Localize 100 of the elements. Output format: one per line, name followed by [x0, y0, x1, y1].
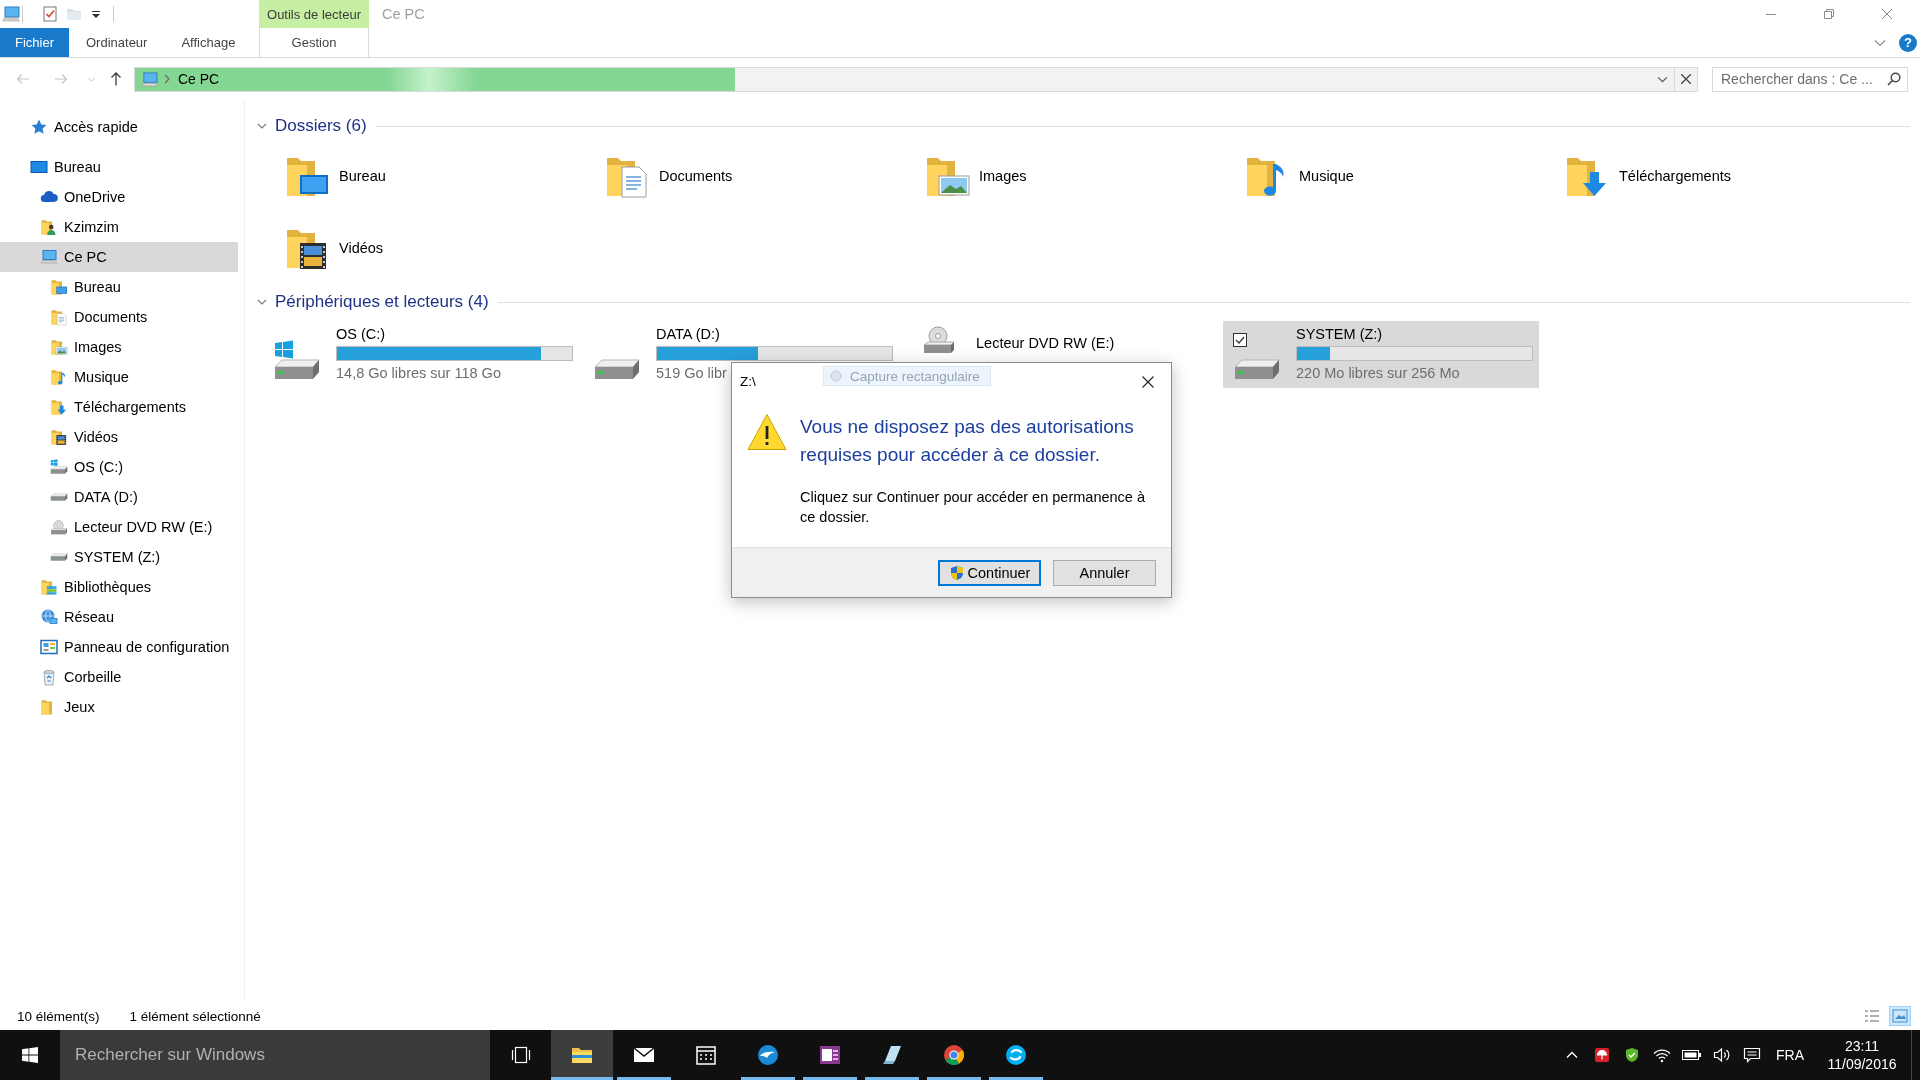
checkbox-icon[interactable]: [1233, 333, 1247, 347]
chevron-right-icon: [164, 74, 170, 84]
nav-item[interactable]: SYSTEM (Z:): [0, 542, 238, 572]
folder-picture-icon: [50, 338, 68, 356]
nav-item[interactable]: Images: [0, 332, 238, 362]
free-space-text: 220 Mo libres sur 256 Mo: [1296, 365, 1460, 382]
close-icon: [1681, 74, 1691, 84]
shield-icon: [948, 564, 965, 581]
task-view-icon: [510, 1046, 531, 1064]
large-icons-icon: [1892, 1009, 1908, 1023]
dialog-button[interactable]: Annuler: [1053, 559, 1156, 586]
nav-item[interactable]: OneDrive: [0, 182, 238, 212]
drive-item[interactable]: OS (C:) 14,8 Go libres sur 118 Go: [263, 321, 579, 388]
group-header[interactable]: Dossiers (6): [257, 116, 367, 136]
circle-icon: [830, 370, 842, 382]
nav-item[interactable]: Vidéos: [0, 422, 238, 452]
arrow-left-icon: [15, 71, 31, 87]
item-count: 10 élément(s): [17, 1008, 100, 1024]
nav-item[interactable]: Musique: [0, 362, 238, 392]
group-header[interactable]: Périphériques et lecteurs (4): [257, 292, 489, 312]
folder-person-icon: [40, 218, 58, 236]
chevron-down-icon[interactable]: [1874, 38, 1886, 47]
ribbon-tab[interactable]: Fichier: [0, 28, 69, 57]
nav-item[interactable]: Ce PC: [0, 242, 238, 272]
nav-item[interactable]: OS (C:): [0, 452, 238, 482]
nav-item[interactable]: Documents: [0, 302, 238, 332]
free-space-text: 14,8 Go libres sur 118 Go: [336, 365, 501, 382]
nav-item[interactable]: Panneau de configuration: [0, 632, 238, 662]
breadcrumb-item[interactable]: Ce PC: [178, 71, 220, 87]
arrow-right-icon: [53, 71, 69, 87]
drive-name: SYSTEM (Z:): [1296, 326, 1383, 343]
nav-item[interactable]: Lecteur DVD RW (E:): [0, 512, 238, 542]
drive-name: Lecteur DVD RW (E:): [976, 335, 1115, 352]
folder-item[interactable]: Téléchargements: [1543, 141, 1863, 211]
folder-item[interactable]: Musique: [1223, 141, 1543, 211]
window-title: Ce PC: [382, 5, 425, 24]
recycle-bin-icon: [40, 668, 58, 686]
nav-item[interactable]: Accès rapide: [0, 112, 238, 142]
ribbon-tab[interactable]: Affichage: [164, 28, 253, 57]
shield-icon[interactable]: [1624, 1047, 1640, 1063]
clock-date[interactable]: 11/09/2016: [1827, 1055, 1897, 1073]
nav-item[interactable]: Téléchargements: [0, 392, 238, 422]
folder-note-icon: [50, 368, 68, 386]
computer-icon: [40, 248, 58, 266]
nav-item[interactable]: Kzimzim: [0, 212, 238, 242]
language-indicator[interactable]: FRA: [1767, 1030, 1813, 1080]
windows-logo-icon: [22, 1047, 38, 1063]
contextual-tab-header: Outils de lecteur: [259, 0, 369, 28]
nav-item[interactable]: Jeux: [0, 692, 238, 722]
chevron-down-icon[interactable]: [1657, 75, 1668, 83]
drive-icon: [593, 356, 641, 382]
computer-icon[interactable]: [2, 6, 20, 22]
drive-icon: [50, 492, 68, 502]
folder-item[interactable]: Bureau: [263, 141, 583, 211]
checked-page-icon[interactable]: [42, 6, 58, 22]
nav-item[interactable]: Bureau: [0, 152, 238, 182]
nav-item[interactable]: Corbeille: [0, 662, 238, 692]
speaker-icon[interactable]: [1713, 1047, 1731, 1063]
customize-dropdown-icon[interactable]: [92, 10, 100, 18]
computer-icon: [141, 71, 158, 87]
folder-item[interactable]: Images: [903, 141, 1223, 211]
dialog-message: Cliquez sur Continuer pour accéder en permanence à ce dossier.: [800, 488, 1146, 527]
folder-arrow-icon: [50, 398, 68, 416]
folder-item[interactable]: Vidéos: [263, 213, 583, 283]
nav-item[interactable]: Bibliothèques: [0, 572, 238, 602]
message-icon[interactable]: [1743, 1047, 1761, 1063]
chat-logo-icon: [1004, 1043, 1028, 1067]
nav-item[interactable]: Bureau: [0, 272, 238, 302]
help-button[interactable]: ?: [1899, 33, 1917, 52]
drive-name: OS (C:): [336, 326, 386, 343]
round-logo-icon: [942, 1043, 966, 1067]
search-field[interactable]: Rechercher dans : Ce ...: [1712, 66, 1908, 92]
ribbon-tab[interactable]: Ordinateur: [69, 28, 165, 57]
note-card-icon: [880, 1043, 904, 1067]
list-icon: [1864, 1009, 1880, 1023]
tooltip-text: Capture rectangulaire: [850, 368, 980, 384]
bird-icon: [756, 1043, 780, 1067]
wifi-icon[interactable]: [1653, 1047, 1671, 1063]
calendar-icon: [694, 1043, 718, 1067]
dialog-button[interactable]: Continuer: [938, 559, 1041, 586]
monitor-icon: [30, 158, 48, 176]
clock-time[interactable]: 23:11: [1845, 1037, 1879, 1055]
nav-item[interactable]: Réseau: [0, 602, 238, 632]
free-space-text: 519 Go libr: [656, 365, 727, 382]
disc-drive-icon: [50, 519, 68, 535]
ribbon-tab[interactable]: Gestion: [259, 28, 369, 57]
taskbar-search-field[interactable]: Rechercher sur Windows: [60, 1030, 490, 1080]
tiles-view-button[interactable]: [1889, 1006, 1911, 1026]
umbrella-icon[interactable]: [1594, 1047, 1610, 1063]
drive-item[interactable]: SYSTEM (Z:) 220 Mo libres sur 256 Mo: [1223, 321, 1539, 388]
control-panel-icon: [40, 638, 58, 656]
close-icon: [1142, 375, 1154, 388]
battery-icon[interactable]: [1682, 1049, 1702, 1061]
folder-film-icon: [50, 428, 68, 446]
folder-document-icon: [50, 308, 68, 326]
taskbar-button[interactable]: [551, 1030, 613, 1080]
disc-drive-icon: [922, 326, 956, 354]
folder-item[interactable]: Documents: [583, 141, 903, 211]
folder-stripes-icon: [40, 578, 58, 596]
nav-item[interactable]: DATA (D:): [0, 482, 238, 512]
